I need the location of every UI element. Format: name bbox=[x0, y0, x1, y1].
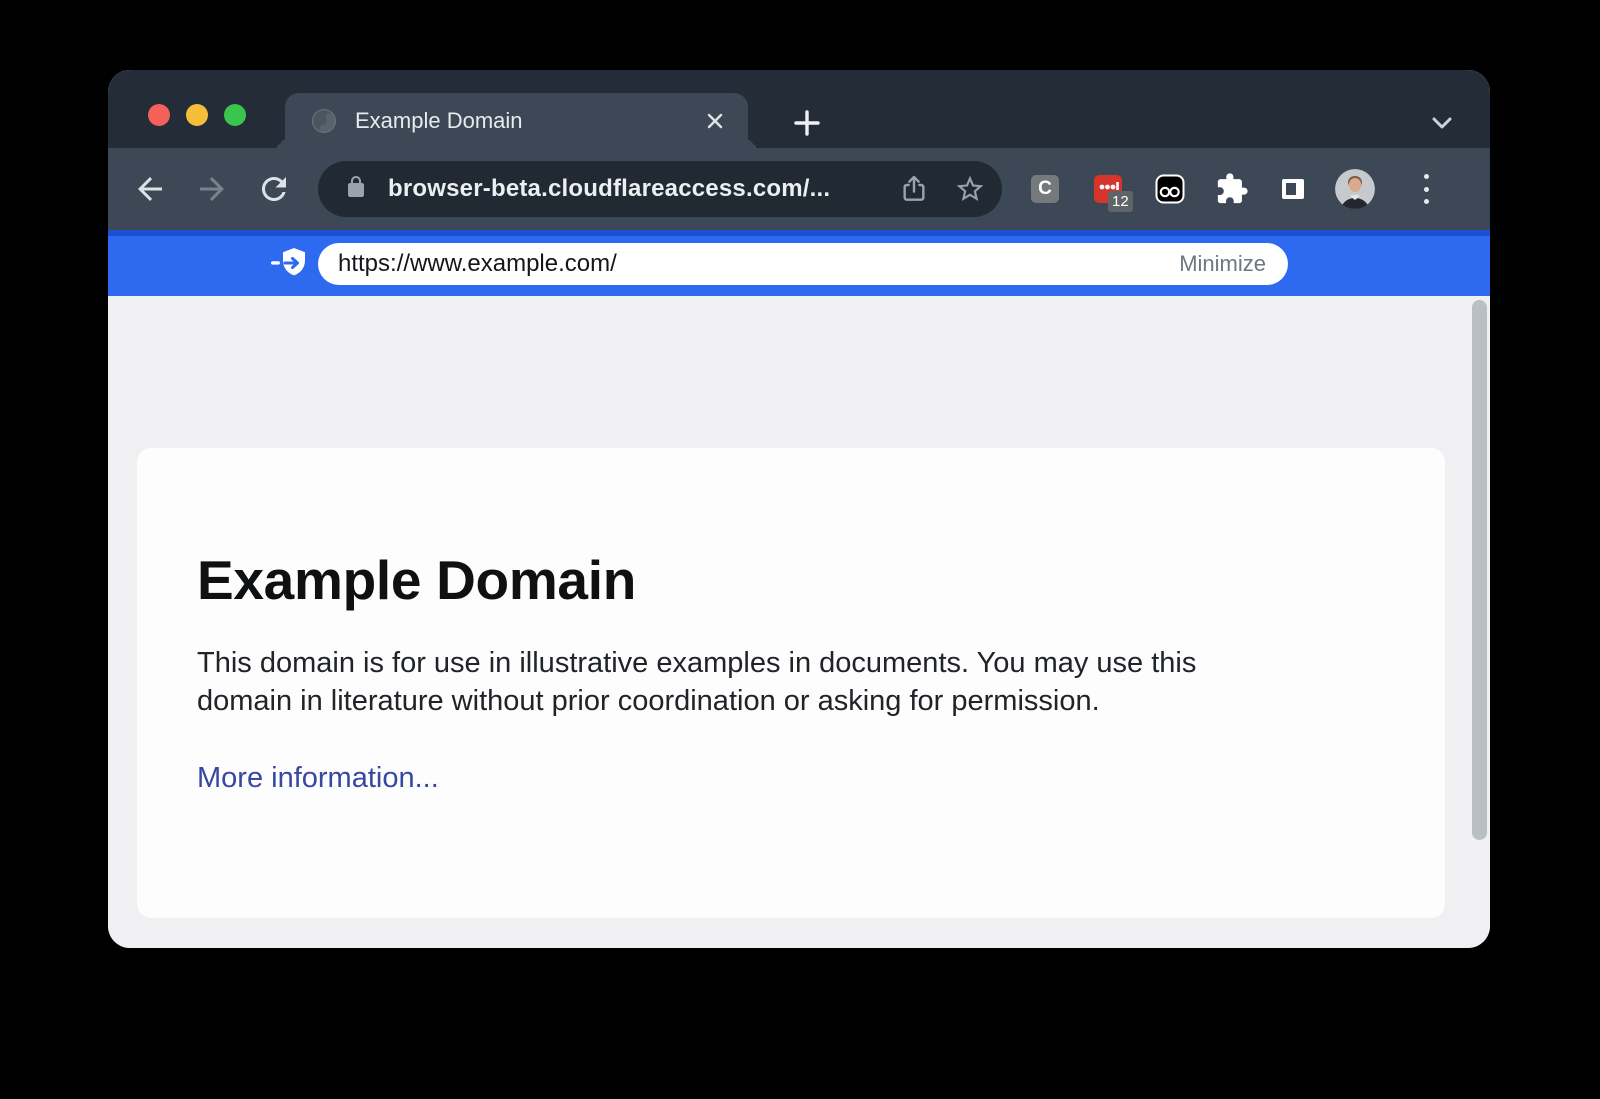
browser-toolbar: browser-beta.cloudflareaccess.com/... C bbox=[108, 148, 1490, 230]
double-circle-icon bbox=[1155, 174, 1185, 204]
browser-tab[interactable]: Example Domain bbox=[285, 93, 748, 148]
forward-button[interactable] bbox=[194, 171, 230, 207]
back-arrow-icon bbox=[132, 171, 168, 207]
bookmark-button[interactable] bbox=[954, 173, 986, 205]
paragraph-line: domain in literature without prior coord… bbox=[197, 682, 1365, 720]
omnibox-url: browser-beta.cloudflareaccess.com/... bbox=[388, 175, 830, 203]
minimize-button[interactable]: Minimize bbox=[1179, 251, 1266, 277]
share-icon bbox=[898, 173, 930, 205]
isolated-url-input[interactable] bbox=[336, 249, 1179, 279]
browser-window: Example Domain bbox=[108, 70, 1490, 948]
browser-menu-button[interactable] bbox=[1420, 172, 1432, 206]
extensions-menu-button[interactable] bbox=[1215, 172, 1249, 206]
side-panel-icon bbox=[1280, 176, 1306, 202]
reload-button[interactable] bbox=[256, 171, 292, 207]
back-button[interactable] bbox=[132, 171, 168, 207]
omnibox[interactable]: browser-beta.cloudflareaccess.com/... bbox=[318, 161, 1002, 217]
avatar bbox=[1335, 169, 1375, 209]
traffic-close-button[interactable] bbox=[148, 104, 170, 126]
tab-title: Example Domain bbox=[355, 108, 523, 134]
reload-icon bbox=[256, 171, 292, 207]
tab-strip: Example Domain bbox=[108, 70, 1490, 148]
extension-blocker-button[interactable]: 12 bbox=[1094, 175, 1122, 203]
extension-badge: 12 bbox=[1108, 191, 1133, 212]
traffic-lights bbox=[148, 104, 246, 126]
page-card: Example Domain This domain is for use in… bbox=[137, 448, 1445, 918]
traffic-zoom-button[interactable] bbox=[224, 104, 246, 126]
forward-arrow-icon bbox=[194, 171, 230, 207]
close-icon bbox=[703, 109, 727, 133]
isolated-url-bar: Minimize bbox=[318, 243, 1288, 285]
page-title: Example Domain bbox=[197, 548, 1365, 612]
page-scrollbar[interactable] bbox=[1472, 300, 1487, 840]
paragraph-line: This domain is for use in illustrative e… bbox=[197, 644, 1365, 682]
page-paragraph: This domain is for use in illustrative e… bbox=[197, 644, 1365, 720]
extension-dark-button[interactable] bbox=[1155, 174, 1185, 204]
tab-search-button[interactable] bbox=[1426, 107, 1458, 139]
more-information-link[interactable]: More information... bbox=[197, 762, 439, 795]
extension-c-button[interactable]: C bbox=[1031, 175, 1059, 203]
chevron-down-icon bbox=[1426, 107, 1458, 139]
page-content: Example Domain This domain is for use in… bbox=[108, 296, 1490, 948]
isolation-bar: Minimize bbox=[108, 230, 1490, 296]
profile-avatar-button[interactable] bbox=[1335, 169, 1375, 209]
share-button[interactable] bbox=[898, 173, 930, 205]
puzzle-icon bbox=[1215, 172, 1249, 206]
plus-icon bbox=[792, 108, 822, 138]
globe-favicon-icon bbox=[311, 108, 337, 134]
kebab-icon bbox=[1424, 174, 1429, 179]
new-tab-button[interactable] bbox=[792, 108, 822, 138]
lock-icon[interactable] bbox=[344, 175, 368, 204]
tab-close-button[interactable] bbox=[702, 108, 728, 134]
star-icon bbox=[954, 173, 986, 205]
shield-arrow-icon bbox=[270, 246, 310, 280]
traffic-minimize-button[interactable] bbox=[186, 104, 208, 126]
side-panel-button[interactable] bbox=[1280, 176, 1306, 202]
